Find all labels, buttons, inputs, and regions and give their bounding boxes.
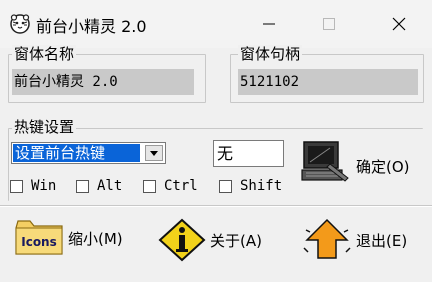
icons-folder-text: Icons xyxy=(21,235,57,249)
divider xyxy=(0,205,432,207)
about-label: 关于(A) xyxy=(210,231,262,250)
close-icon xyxy=(392,17,406,31)
minimize-to-tray-label: 缩小(M) xyxy=(68,229,123,248)
window-handle-field: 5121102 xyxy=(238,69,418,95)
window-name-label: 窗体名称 xyxy=(12,45,77,63)
checkbox-box[interactable] xyxy=(219,179,232,193)
modifier-ctrl-checkbox[interactable]: Ctrl xyxy=(143,176,198,196)
window-name-field: 前台小精灵 2.0 xyxy=(12,69,194,95)
title-bar: 前台小精灵 2.0 xyxy=(0,0,432,48)
checkbox-box[interactable] xyxy=(143,179,156,193)
minimize-icon xyxy=(263,23,275,25)
modifier-win-checkbox[interactable]: Win xyxy=(10,176,56,196)
checkbox-label: Win xyxy=(31,178,57,194)
hotkey-key-input[interactable]: 无 xyxy=(213,140,284,167)
modifier-alt-checkbox[interactable]: Alt xyxy=(76,176,122,196)
hotkey-select-value: 设置前台热键 xyxy=(13,144,140,162)
exit-arrow-icon xyxy=(303,218,351,259)
about-button[interactable]: 关于(A) xyxy=(158,218,262,262)
minimize-to-tray-button[interactable]: Icons 缩小(M) xyxy=(14,218,123,258)
maximize-icon xyxy=(323,18,335,30)
close-button[interactable] xyxy=(376,0,422,48)
dropdown-arrow-button[interactable] xyxy=(145,145,163,161)
info-icon xyxy=(158,218,206,262)
checkbox-label: Alt xyxy=(97,178,123,194)
computer-with-pen-icon xyxy=(301,141,349,182)
maximize-button[interactable] xyxy=(306,0,352,48)
exit-button[interactable]: 退出(E) xyxy=(302,218,407,262)
tiger-face-icon xyxy=(10,14,30,34)
minimize-button[interactable] xyxy=(246,0,292,48)
confirm-button[interactable]: 确定(O) xyxy=(300,138,410,186)
checkbox-box[interactable] xyxy=(76,179,89,193)
confirm-label: 确定(O) xyxy=(356,157,410,176)
window-title: 前台小精灵 2.0 xyxy=(36,17,147,36)
checkbox-box[interactable] xyxy=(10,179,23,193)
modifier-shift-checkbox[interactable]: Shift xyxy=(219,176,282,196)
folder-icons-icon: Icons xyxy=(15,220,63,255)
hotkey-select[interactable]: 设置前台热键 xyxy=(11,142,166,164)
hotkey-label: 热键设置 xyxy=(12,118,77,136)
checkbox-label: Ctrl xyxy=(164,178,198,194)
exit-label: 退出(E) xyxy=(356,231,408,250)
window-handle-label: 窗体句柄 xyxy=(238,45,303,63)
chevron-down-icon xyxy=(150,150,158,156)
checkbox-label: Shift xyxy=(240,178,283,194)
